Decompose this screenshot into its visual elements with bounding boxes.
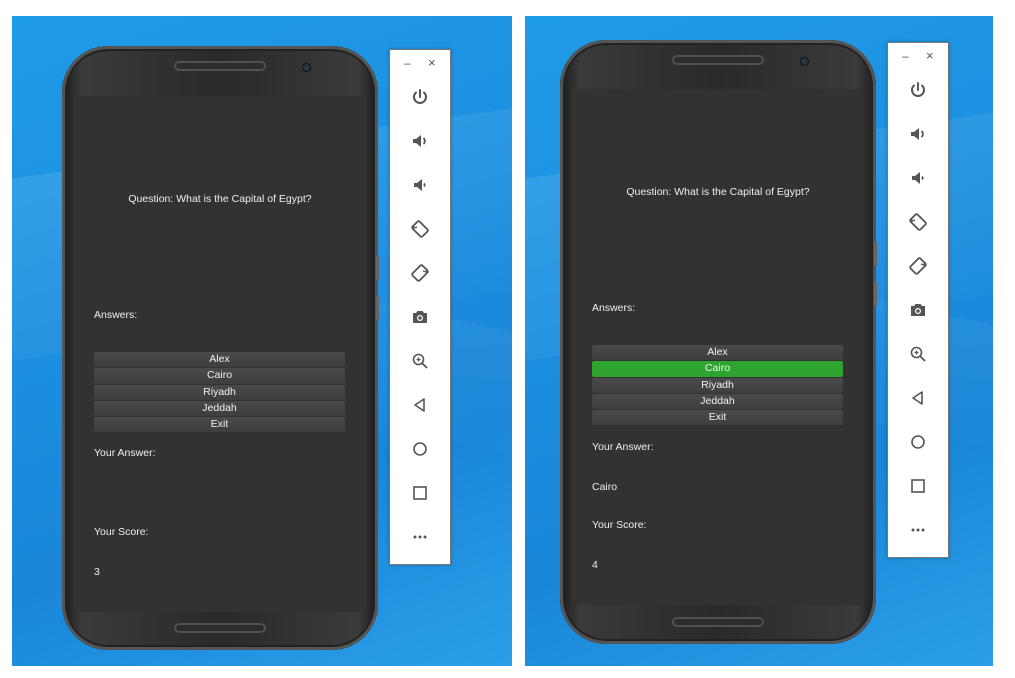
your-score-label: Your Score: — [592, 519, 647, 531]
rotate-right-icon[interactable] — [390, 263, 450, 287]
phone-speaker-bottom — [672, 617, 764, 627]
power-icon[interactable] — [888, 80, 948, 104]
rotate-left-icon[interactable] — [390, 219, 450, 243]
back-icon[interactable] — [888, 388, 948, 412]
app-screen-right: Question: What is the Capital of Egypt? … — [572, 89, 864, 605]
power-icon[interactable] — [390, 87, 450, 111]
your-answer-value: Cairo — [592, 481, 618, 493]
close-button[interactable]: × — [926, 48, 934, 63]
your-answer-label: Your Answer: — [592, 441, 654, 453]
answers-label: Answers: — [94, 309, 138, 321]
your-score-label: Your Score: — [94, 526, 149, 538]
close-button[interactable]: × — [428, 55, 436, 70]
overview-icon[interactable] — [888, 476, 948, 500]
volume-up-icon[interactable] — [390, 131, 450, 155]
answer-button-alex[interactable]: Alex — [592, 345, 843, 361]
answer-button-cairo[interactable]: Cairo — [94, 368, 345, 384]
phone-camera — [303, 64, 310, 71]
volume-up-icon[interactable] — [888, 124, 948, 148]
volume-down-icon[interactable] — [888, 168, 948, 192]
home-icon[interactable] — [888, 432, 948, 456]
your-score-value: 3 — [94, 566, 100, 578]
app-screen-left: Question: What is the Capital of Egypt? … — [74, 96, 366, 612]
phone-speaker-bottom — [174, 623, 266, 633]
answer-button-jeddah[interactable]: Jeddah — [94, 400, 345, 417]
zoom-icon[interactable] — [390, 351, 450, 375]
phone-side-button[interactable] — [874, 242, 877, 266]
exit-button[interactable]: Exit — [592, 410, 843, 426]
answer-button-alex[interactable]: Alex — [94, 352, 345, 368]
question-text: Question: What is the Capital of Egypt? — [626, 186, 810, 198]
answer-button-riyadh[interactable]: Riyadh — [592, 377, 843, 393]
answer-button-cairo[interactable]: Cairo — [592, 361, 843, 377]
answers-label: Answers: — [592, 302, 636, 314]
phone-camera — [801, 58, 808, 65]
home-icon[interactable] — [390, 439, 450, 463]
answer-buttons: Alex Cairo Riyadh Jeddah Exit — [592, 345, 843, 426]
rotate-left-icon[interactable] — [888, 212, 948, 236]
answer-buttons: Alex Cairo Riyadh Jeddah Exit — [94, 352, 345, 433]
camera-icon[interactable] — [888, 300, 948, 324]
volume-down-icon[interactable] — [390, 175, 450, 199]
zoom-icon[interactable] — [888, 344, 948, 368]
phone-side-button[interactable] — [376, 296, 379, 320]
your-answer-label: Your Answer: — [94, 447, 156, 459]
rotate-right-icon[interactable] — [888, 256, 948, 280]
phone-speaker-top — [672, 55, 764, 65]
minimize-button[interactable]: – — [902, 49, 909, 63]
overview-icon[interactable] — [390, 483, 450, 507]
camera-icon[interactable] — [390, 307, 450, 331]
phone-speaker-top — [174, 61, 266, 71]
minimize-button[interactable]: – — [404, 56, 411, 70]
answer-button-riyadh[interactable]: Riyadh — [94, 384, 345, 400]
emulator-toolbar-left: – × — [389, 49, 451, 565]
exit-button[interactable]: Exit — [94, 417, 345, 433]
your-score-value: 4 — [592, 559, 598, 571]
answer-button-jeddah[interactable]: Jeddah — [592, 393, 843, 410]
more-icon[interactable] — [888, 520, 948, 544]
emulator-toolbar-right: – × — [887, 42, 949, 558]
question-text: Question: What is the Capital of Egypt? — [128, 193, 312, 205]
phone-side-button[interactable] — [874, 282, 877, 306]
back-icon[interactable] — [390, 395, 450, 419]
more-icon[interactable] — [390, 527, 450, 551]
phone-side-button[interactable] — [376, 256, 379, 280]
